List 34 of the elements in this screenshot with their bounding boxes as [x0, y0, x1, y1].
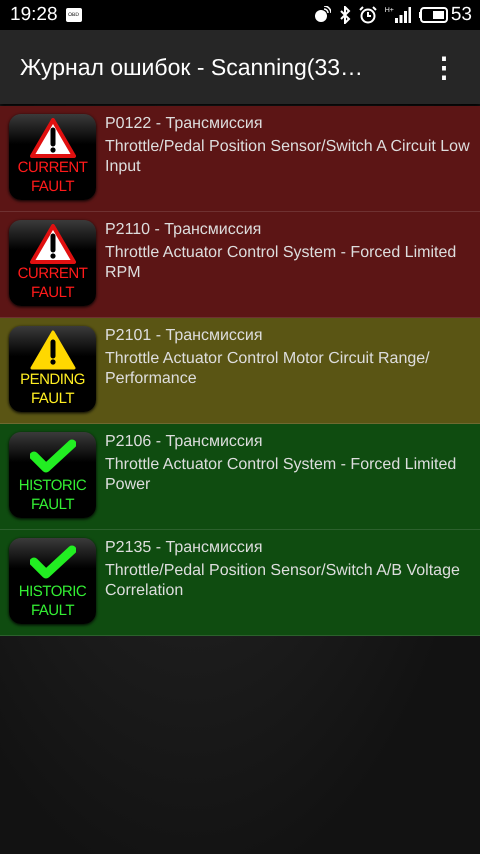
fault-status-label: HISTORIC FAULT: [18, 476, 88, 514]
fault-description: Throttle/Pedal Position Sensor/Switch A/B Voltage Correlation: [105, 561, 461, 601]
warning-icon: [30, 224, 76, 264]
fault-code: P2135 - Трансмиссия: [105, 538, 264, 558]
fault-status-label: CURRENT FAULT: [16, 264, 88, 302]
location-icon: [312, 6, 331, 24]
fault-status-label: PENDING FAULT: [19, 370, 86, 408]
fault-description: Throttle/Pedal Position Sensor/Switch A Circuit Low Input: [105, 137, 470, 177]
clock: 19:28: [10, 4, 58, 26]
fault-list-item[interactable]: PENDING FAULT P2101 - Трансмиссия Throttle Actuator Control Motor Circuit Range/ Performance: [0, 318, 480, 424]
screen-title: Журнал ошибок - Scanning(33…: [20, 54, 364, 80]
fault-code: P2110 - Трансмиссия: [105, 220, 262, 240]
battery-icon: [418, 7, 449, 23]
warning-icon: [30, 330, 76, 370]
fault-code: P2101 - Трансмиссия: [105, 326, 264, 346]
bluetooth-icon: [338, 6, 351, 24]
alarm-icon: [358, 6, 377, 24]
fault-list-item[interactable]: HISTORIC FAULT P2135 - Трансмиссия Throttle/Pedal Position Sensor/Switch A/B Voltage Correlation: [0, 530, 480, 636]
overflow-menu-button[interactable]: ⋮: [426, 50, 462, 84]
check-icon: [30, 438, 76, 474]
battery-percent: 53: [450, 4, 472, 26]
fault-list-item[interactable]: CURRENT FAULT P0122 - Трансмиссия Throttle/Pedal Position Sensor/Switch A Circuit Low Input: [0, 106, 480, 212]
fault-list-item[interactable]: CURRENT FAULT P2110 - Трансмиссия Throttle Actuator Control System - Forced Limited RPM: [0, 212, 480, 318]
fault-description: Throttle Actuator Control System - Forced Limited RPM: [105, 243, 458, 283]
fault-list-item[interactable]: HISTORIC FAULT P2106 - Трансмиссия Throttle Actuator Control System - Forced Limited Power: [0, 424, 480, 530]
fault-code: P2106 - Трансмиссия: [105, 432, 264, 452]
signal-icon: [394, 7, 411, 23]
check-icon: [30, 544, 76, 580]
fault-code: P0122 - Трансмиссия: [105, 114, 264, 134]
warning-icon: [30, 118, 76, 158]
fault-description: Throttle Actuator Control Motor Circuit Range/ Performance: [105, 349, 431, 389]
fault-description: Throttle Actuator Control System - Forced Limited Power: [105, 455, 458, 495]
fault-status-label: HISTORIC FAULT: [18, 582, 88, 620]
fault-status-label: CURRENT FAULT: [16, 158, 88, 196]
